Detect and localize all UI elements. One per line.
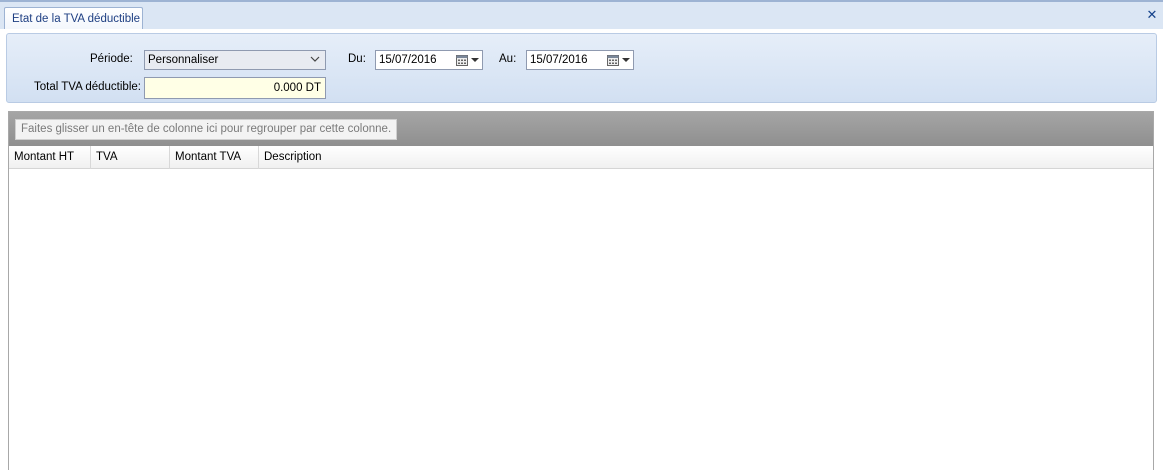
- from-date-value: 15/07/2016: [379, 54, 437, 66]
- total-tva-label: Total TVA déductible:: [34, 81, 141, 93]
- from-date-label: Du:: [348, 53, 366, 65]
- tab-title: Etat de la TVA déductible: [12, 13, 141, 25]
- column-header-tva[interactable]: TVA: [91, 146, 170, 169]
- main-content: Période: Personnaliser Du: 15/07/2016 Au…: [0, 29, 1163, 470]
- column-header-montant-ht[interactable]: Montant HT: [9, 146, 91, 169]
- column-header-montant-tva[interactable]: Montant TVA: [170, 146, 259, 169]
- to-date-picker[interactable]: 15/07/2016: [526, 50, 634, 70]
- grid-rows-area[interactable]: [9, 169, 1153, 470]
- to-date-value: 15/07/2016: [530, 54, 588, 66]
- data-grid: Faites glisser un en-tête de colonne ici…: [8, 111, 1154, 470]
- from-date-picker[interactable]: 15/07/2016: [375, 50, 483, 70]
- to-date-label: Au:: [499, 53, 517, 65]
- dropdown-arrow-icon[interactable]: [471, 58, 479, 62]
- period-value: Personnaliser: [148, 54, 219, 66]
- tab-etat-tva-deductible[interactable]: Etat de la TVA déductible: [4, 7, 143, 31]
- document-tabstrip: Etat de la TVA déductible ✕: [0, 0, 1163, 31]
- calendar-icon[interactable]: [607, 54, 619, 66]
- close-icon[interactable]: ✕: [1146, 8, 1158, 22]
- column-header-description[interactable]: Description: [259, 146, 1153, 169]
- group-by-panel[interactable]: Faites glisser un en-tête de colonne ici…: [9, 112, 1153, 146]
- dropdown-arrow-icon[interactable]: [622, 58, 630, 62]
- period-select[interactable]: Personnaliser: [144, 50, 326, 70]
- chevron-down-icon: [310, 56, 320, 62]
- calendar-icon[interactable]: [456, 54, 468, 66]
- group-by-hint: Faites glisser un en-tête de colonne ici…: [15, 119, 398, 140]
- filter-panel: Période: Personnaliser Du: 15/07/2016 Au…: [6, 33, 1157, 103]
- total-tva-field[interactable]: 0.000 DT: [144, 77, 326, 99]
- grid-header-row: Montant HT TVA Montant TVA Description: [9, 146, 1153, 169]
- period-label: Période:: [90, 53, 133, 65]
